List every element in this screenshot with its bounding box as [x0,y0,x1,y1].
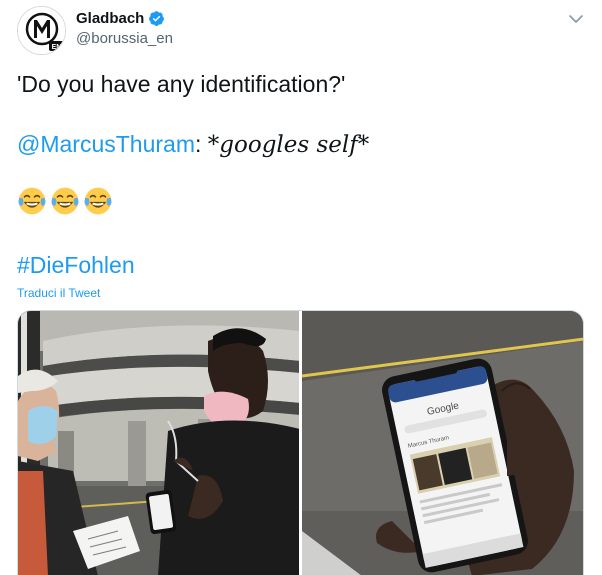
translate-tweet-link[interactable]: Traduci il Tweet [17,286,100,300]
photo-stadium-scene [18,311,299,575]
tweet-photo-1[interactable] [18,311,299,575]
mention-link[interactable]: @MarcusThuram [17,131,195,157]
emoji-row [17,186,113,216]
face-with-tears-of-joy-icon [51,187,79,215]
face-with-tears-of-joy-icon [84,187,112,215]
tweet-text-line: @MarcusThuram: *googles self* [17,130,369,159]
author-row: Gladbach [76,10,165,27]
hashtag-link[interactable]: #DieFohlen [17,251,135,279]
club-crest-icon: EN [18,7,65,54]
mention-suffix: : [195,131,208,157]
verified-badge-icon [149,11,165,26]
chevron-down-icon[interactable] [566,9,586,29]
face-with-tears-of-joy-icon [18,187,46,215]
action-text: *googles self* [207,132,370,158]
tweet-text-line: 'Do you have any identification?' [17,71,346,97]
media-grid: Google Marcus Thuram [17,310,584,575]
tweet-photo-2[interactable]: Google Marcus Thuram [302,311,583,575]
tweet-card: EN Gladbach @borussia_en 'Do you have an… [0,0,602,575]
display-name[interactable]: Gladbach [76,10,144,27]
avatar[interactable]: EN [17,6,66,55]
photo-phone-closeup: Google Marcus Thuram [302,311,583,575]
author-handle[interactable]: @borussia_en [76,30,173,47]
svg-text:EN: EN [52,44,62,51]
